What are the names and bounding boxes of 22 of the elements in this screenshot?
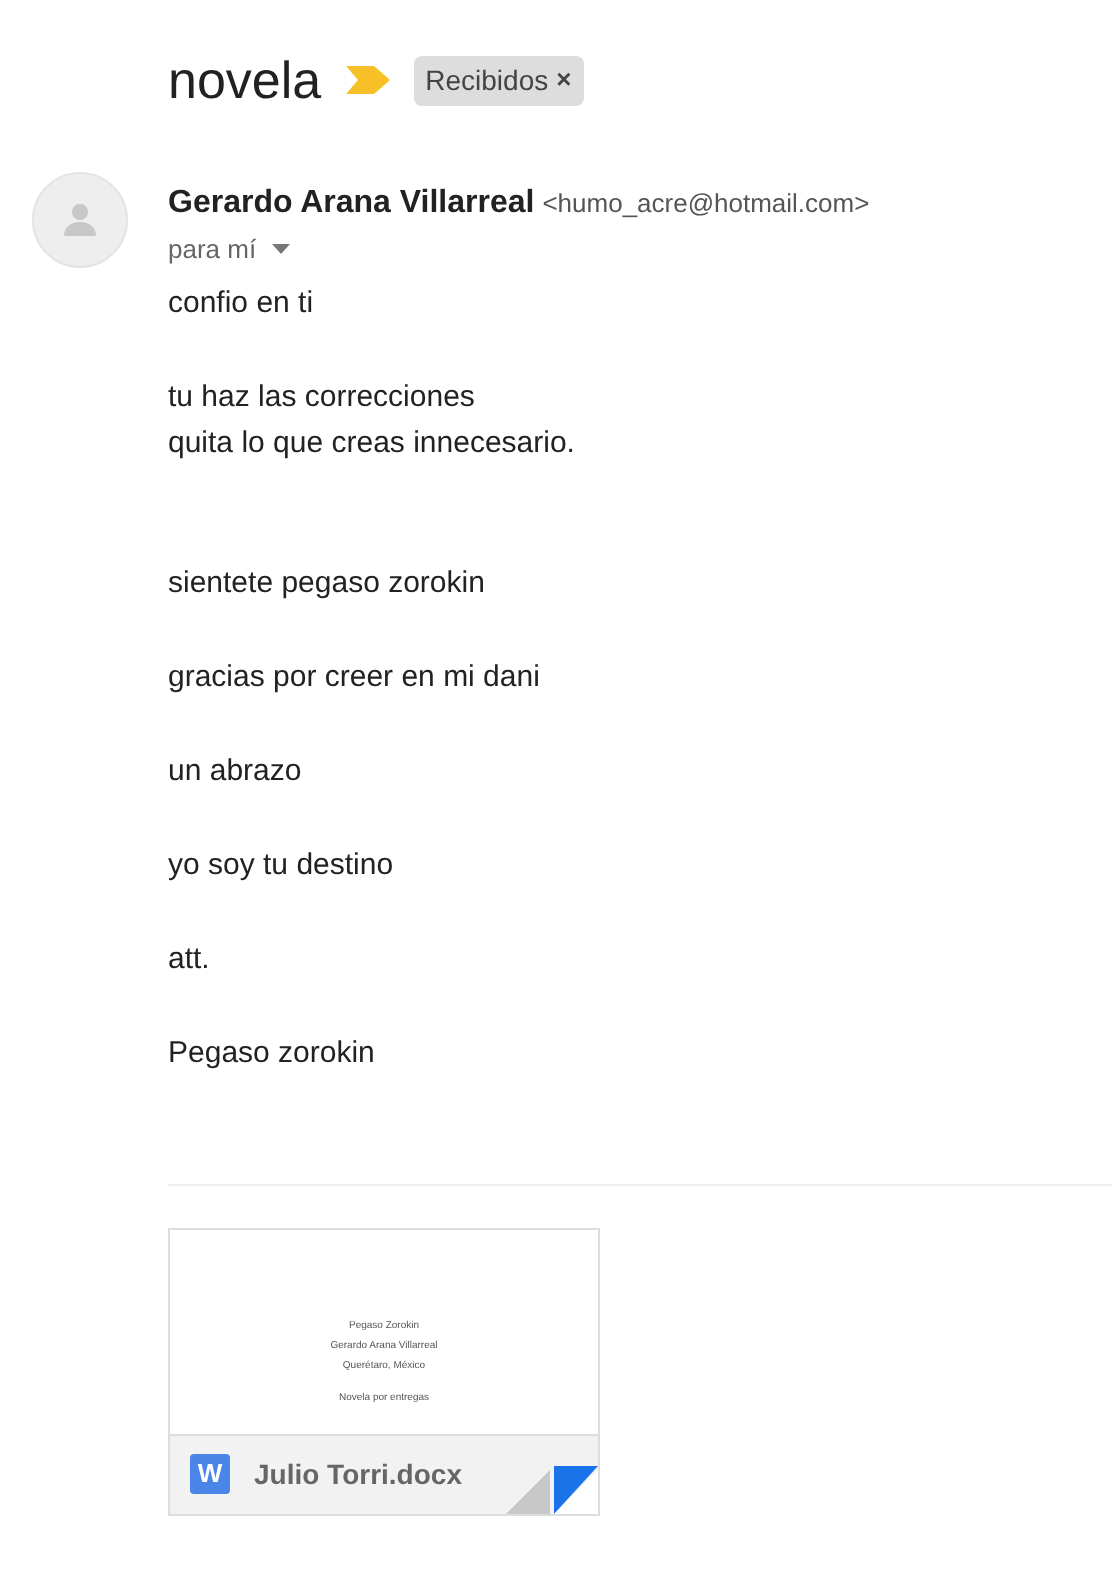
message-line: sientete pegaso zorokin — [168, 563, 487, 603]
label-text: Recibidos — [425, 61, 549, 99]
message-line: Pegaso zorokin — [168, 1033, 377, 1073]
message-line: att. — [168, 939, 212, 979]
attachment-filename: Julio Torri.docx — [254, 1455, 462, 1493]
sender-name: Gerardo Arana Villarreal — [168, 184, 535, 224]
label-chip[interactable]: Recibidos × — [413, 55, 584, 105]
message-line: yo soy tu destino — [168, 845, 396, 885]
sender-email: <humo_acre@hotmail.com> — [542, 186, 870, 222]
person-icon — [60, 200, 100, 240]
message-line: confio en ti — [168, 283, 316, 323]
dropdown-caret-icon[interactable] — [272, 244, 291, 255]
message-line: quita lo que creas innecesario. — [168, 423, 577, 463]
folded-corner-icon — [506, 1465, 598, 1513]
subject-title: novela — [168, 48, 322, 112]
message-line: un abrazo — [168, 751, 304, 791]
recipient-text: para mí — [168, 232, 257, 268]
remove-label-button[interactable]: × — [556, 60, 572, 100]
importance-marker-icon[interactable] — [345, 66, 390, 94]
message-line: gracias por creer en mi dani — [168, 657, 542, 697]
message-line: tu haz las correcciones — [168, 377, 477, 417]
word-document-icon: W — [190, 1454, 230, 1494]
